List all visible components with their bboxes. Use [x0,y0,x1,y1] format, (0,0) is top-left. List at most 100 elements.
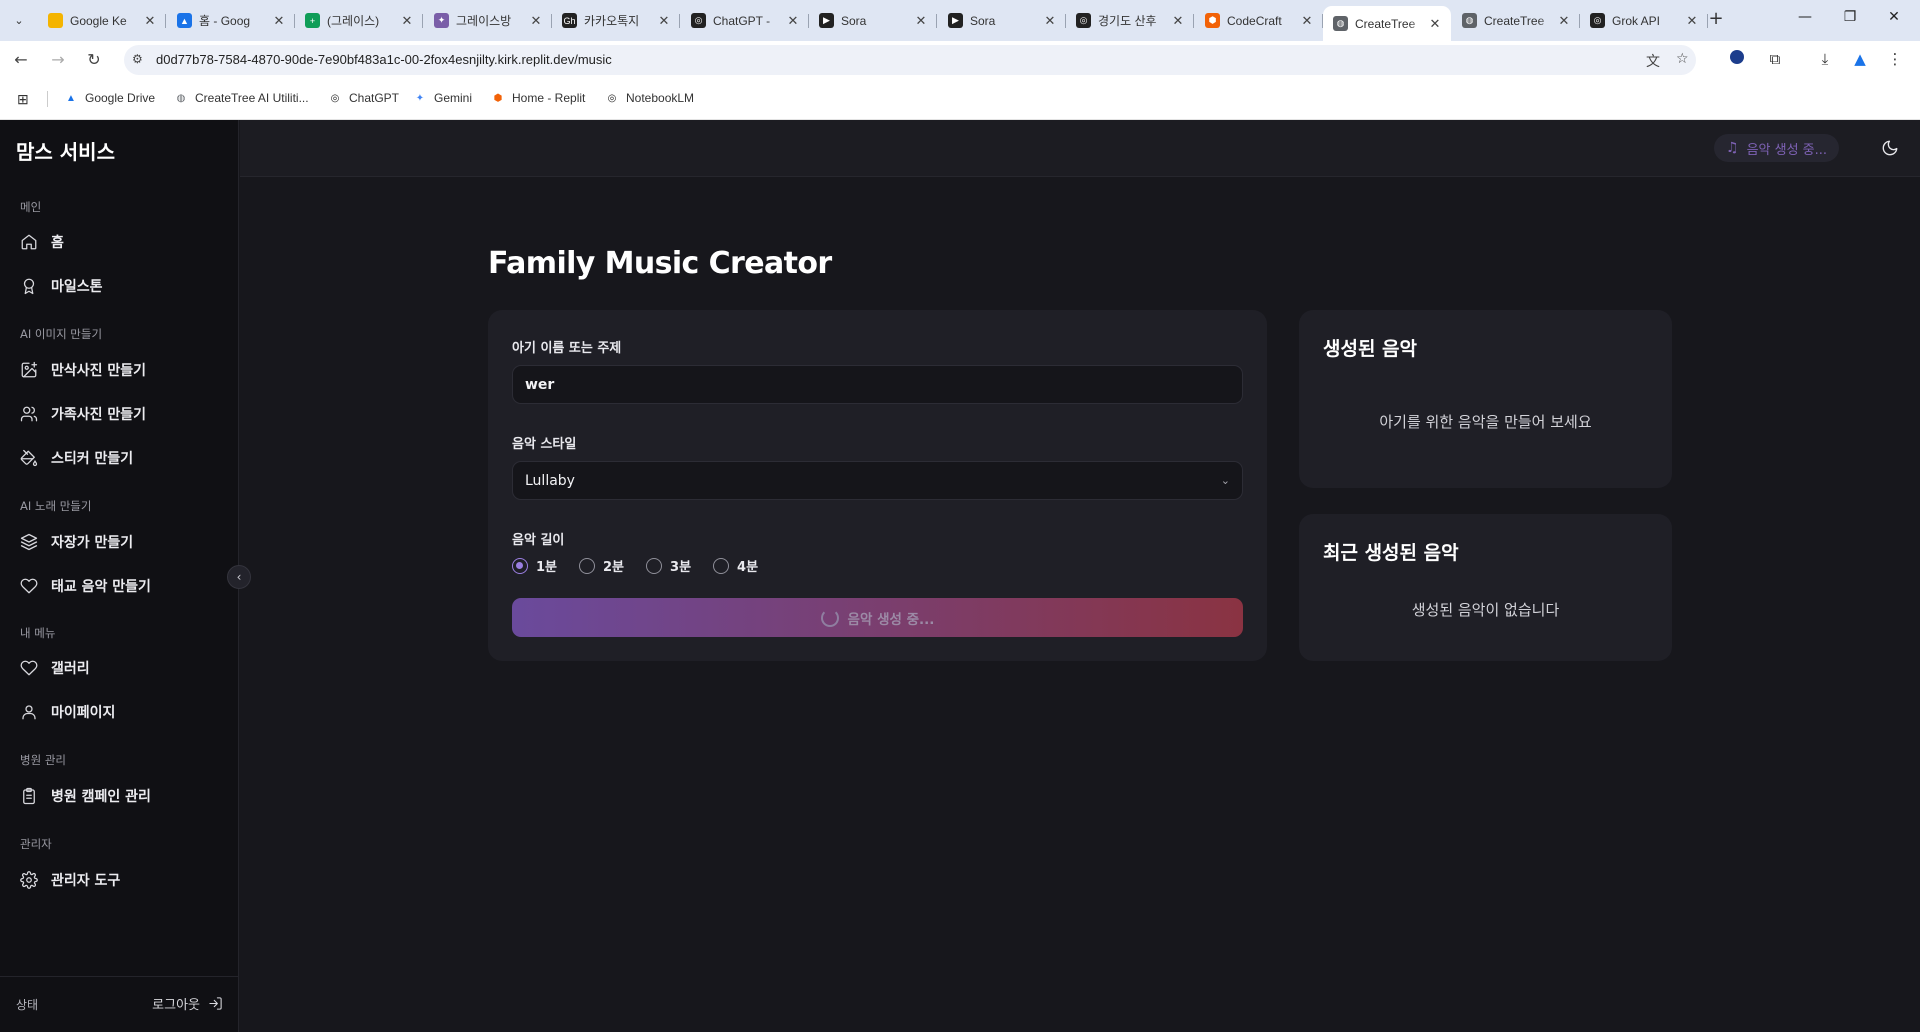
sidebar-item-label: 태교 음악 만들기 [51,579,151,595]
apps-grid-icon[interactable]: ⊞ [17,91,29,108]
translate-icon[interactable]: 文 [1646,51,1660,71]
tab-close-icon[interactable]: ✕ [1427,16,1443,32]
length-radio-option[interactable]: 1분 [512,556,557,575]
browser-tab[interactable]: ▶ Sora ✕ [809,6,937,35]
forward-button[interactable]: → [47,50,69,69]
reload-button[interactable]: ↻ [83,50,105,69]
restore-button[interactable]: ❐ [1840,9,1860,25]
sidebar-item-family-photo[interactable]: 가족사진 만들기 [20,404,146,424]
gemini-icon: ✦ [415,92,425,104]
download-icon[interactable]: ⤓ [1815,50,1835,68]
sidebar-item-admin-tools[interactable]: 관리자 도구 [20,870,120,890]
sidebar-item-sticker[interactable]: 스티커 만들기 [20,448,133,468]
browser-tab[interactable]: ⬢ CodeCraft ✕ [1195,6,1323,35]
tab-close-icon[interactable]: ✕ [1556,13,1572,29]
tab-separator [165,14,166,28]
browser-tab[interactable]: Gh 카카오톡지 ✕ [552,6,680,35]
radio-circle-icon[interactable] [713,557,730,574]
site-info-icon[interactable]: ⚙ [132,52,143,66]
sidebar-item-hospital-campaign[interactable]: 병원 캠페인 관리 [20,786,151,806]
heart-icon [20,660,38,676]
browser-tab[interactable]: ▲ 홈 - Goog ✕ [167,6,295,35]
radio-circle-icon[interactable] [579,557,596,574]
length-radio-option[interactable]: 2분 [579,556,624,575]
browser-tab[interactable]: ◍ CreateTree ✕ [1452,6,1580,35]
tab-close-icon[interactable]: ✕ [913,13,929,29]
address-url[interactable]: d0d77b78-7584-4870-90de-7e90bf483a1c-00-… [156,52,612,67]
tab-separator [422,14,423,28]
sidebar-item-label: 스티커 만들기 [51,451,134,467]
extensions-icon[interactable]: ⧉ [1765,50,1785,68]
tab-close-icon[interactable]: ✕ [528,13,544,29]
browser-tab[interactable]: ▶ Sora ✕ [938,6,1066,35]
tab-close-icon[interactable]: ✕ [1684,13,1700,29]
bookmark-label: Gemini [434,91,473,105]
browser-tab[interactable]: ◍ CreateTree ✕ [1323,6,1451,41]
replit-icon: ⬢ [493,92,503,104]
bookmarks-divider [47,91,48,107]
home-icon [21,234,37,250]
radio-circle-icon[interactable] [512,557,528,574]
bookmark-item[interactable]: ▲ Google Drive [64,91,155,105]
kebab-menu-icon[interactable]: ⋮ [1885,50,1905,68]
tab-favicon-icon: ◎ [1590,13,1605,28]
bookmark-item[interactable]: ◎ NotebookLM [605,91,694,105]
close-window-button[interactable]: ✕ [1884,9,1904,25]
name-input[interactable] [512,365,1243,404]
bookmark-item[interactable]: ◍ CreateTree AI Utiliti... [174,91,309,105]
bookmark-item[interactable]: ◎ ChatGPT [328,91,399,105]
radio-label: 3분 [670,560,692,575]
browser-toolbar: ← → ↻ ⚙ d0d77b78-7584-4870-90de-7e90bf48… [0,41,1920,79]
sidebar-item-gallery[interactable]: 갤러리 [20,658,90,678]
sidebar-item-maternity-photo[interactable]: 만삭사진 만들기 [20,360,146,380]
generate-button-label: 음악 생성 중... [847,611,935,628]
browser-tab[interactable]: + (그레이스) ✕ [295,6,423,35]
theme-toggle-button[interactable] [1878,136,1902,160]
sidebar-item-label: 병원 캠페인 관리 [51,789,151,805]
tab-close-icon[interactable]: ✕ [1299,13,1315,29]
logout-button[interactable]: 로그아웃 [152,994,223,1013]
tab-search-button[interactable]: ⌄ [6,8,32,32]
google-drive-icon: ▲ [66,92,76,104]
tab-close-icon[interactable]: ✕ [399,13,415,29]
moon-icon [1882,140,1898,156]
minimize-button[interactable]: — [1795,9,1815,25]
tab-close-icon[interactable]: ✕ [142,13,158,29]
length-radio-option[interactable]: 4분 [713,556,758,575]
sidebar-item-prenatal-music[interactable]: 태교 음악 만들기 [20,576,151,596]
tab-close-icon[interactable]: ✕ [1042,13,1058,29]
sidebar-item-mypage[interactable]: 마이페이지 [20,702,115,722]
length-radio-option[interactable]: 3분 [646,556,691,575]
generating-status-pill[interactable]: ♫ 음악 생성 중... [1714,134,1840,162]
address-bar[interactable]: ⚙ d0d77b78-7584-4870-90de-7e90bf483a1c-0… [124,45,1696,75]
tab-close-icon[interactable]: ✕ [785,13,801,29]
generate-music-button[interactable]: 음악 생성 중... [512,598,1243,637]
tab-close-icon[interactable]: ✕ [1170,13,1186,29]
browser-tab[interactable]: ◎ Grok API ✕ [1580,6,1708,35]
browser-tab[interactable]: ◎ 경기도 산후 ✕ [1066,6,1194,35]
tab-close-icon[interactable]: ✕ [656,13,672,29]
account-icon[interactable]: ▲ [1850,50,1870,68]
tab-title: 카카오톡지 [584,14,640,28]
tab-title: Sora [970,13,996,28]
profile-extension-icon[interactable] [1727,50,1747,68]
back-button[interactable]: ← [10,50,32,69]
browser-tab[interactable]: ◎ ChatGPT - ✕ [681,6,809,35]
radio-circle-icon[interactable] [646,557,663,574]
bookmarks-bar: ⊞ ▲ Google Drive ◍ CreateTree AI Utiliti...… [0,79,1920,120]
bookmark-item[interactable]: ✦ Gemini [413,91,472,105]
sidebar-item-lullaby[interactable]: 자장가 만들기 [20,532,133,552]
sidebar-item-home[interactable]: 홈 [20,232,64,252]
bookmark-label: NotebookLM [626,91,695,105]
bookmark-item[interactable]: ⬢ Home - Replit [491,91,586,105]
tab-close-icon[interactable]: ✕ [271,13,287,29]
bookmark-star-icon[interactable]: ☆ [1676,51,1689,67]
sidebar-collapse-button[interactable]: ‹ [227,565,251,589]
sidebar-item-milestone[interactable]: 마일스톤 [20,276,103,296]
style-select[interactable]: Lullaby ⌄ [512,461,1243,500]
tab-favicon-icon: ▶ [819,13,834,28]
browser-tab[interactable]: Google Ke ✕ [38,6,166,35]
browser-tab[interactable]: ✦ 그레이스방 ✕ [424,6,552,35]
new-tab-button[interactable]: + [1704,8,1728,29]
generated-music-empty: 아기를 위한 음악을 만들어 보세요 [1379,413,1592,431]
